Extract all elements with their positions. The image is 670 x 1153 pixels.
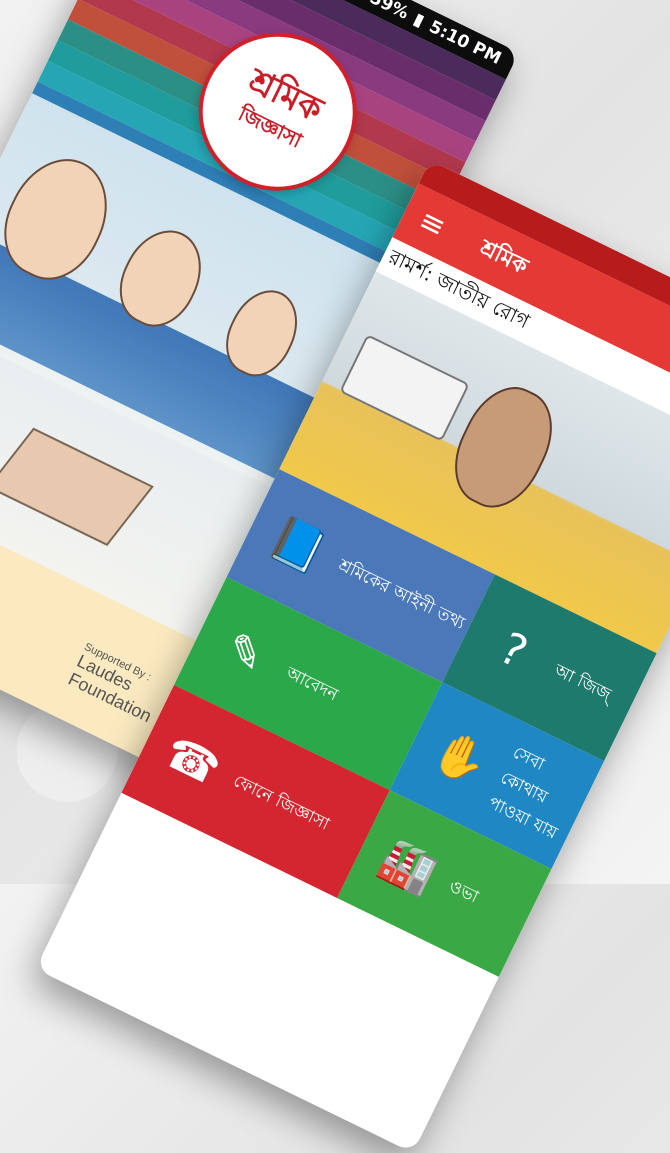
- application-form-icon: ✎: [217, 621, 273, 684]
- question-icon: ?: [491, 622, 536, 679]
- helping-hand-icon: ✋: [424, 723, 496, 794]
- app-title: শ্রমিক: [475, 235, 532, 280]
- tile-label: আবেদন: [282, 663, 342, 706]
- signal-icon: ▲: [347, 0, 368, 2]
- sewing-machine: [339, 334, 470, 442]
- sponsor-credit: Supported By : Laudes Foundation: [65, 641, 169, 727]
- battery-icon: ▮: [410, 9, 428, 32]
- tile-label: ওভা: [445, 876, 482, 908]
- factory-icon: 🏭: [372, 831, 444, 902]
- tile-label: আ জিজ্: [550, 660, 615, 706]
- law-book-icon: 📘: [261, 510, 334, 581]
- tile-label: ফোনে জিজ্ঞাসা: [230, 771, 333, 835]
- phone-icon: ☎: [156, 725, 229, 796]
- tile-label: শ্রমিকের আইনী তথ্য: [335, 555, 468, 634]
